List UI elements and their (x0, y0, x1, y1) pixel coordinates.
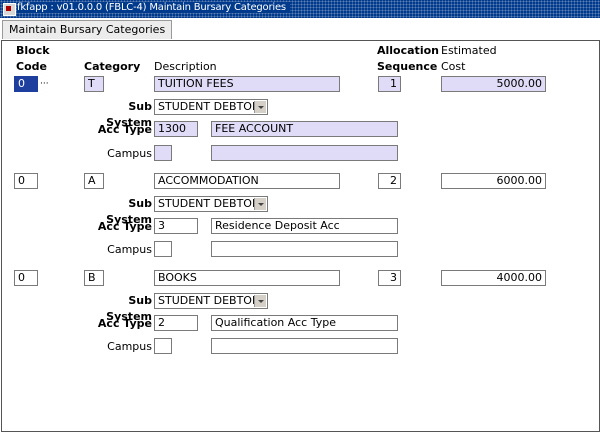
header-category: Category (84, 60, 141, 73)
category-field[interactable]: B (84, 270, 104, 286)
campus-label: Campus (107, 243, 152, 256)
header-description: Description (154, 60, 217, 73)
list-of-values-icon[interactable]: ··· (40, 80, 49, 89)
sub-system-value: STUDENT DEBTORS (158, 100, 267, 113)
sub-system-value: STUDENT DEBTORS (158, 197, 267, 210)
sub-system-select[interactable]: STUDENT DEBTORS (154, 196, 268, 212)
acc-type-label: Acc Type (97, 123, 152, 136)
header-cost: Cost (441, 60, 466, 73)
sub-system-select[interactable]: STUDENT DEBTORS (154, 99, 268, 115)
allocation-sequence-field[interactable]: 1 (378, 76, 401, 92)
header-block: Block (16, 44, 50, 57)
header-estimated: Estimated (441, 44, 497, 57)
allocation-sequence-field[interactable]: 2 (378, 173, 401, 189)
tab-maintain-bursary-categories[interactable]: Maintain Bursary Categories (2, 20, 173, 39)
dropdown-arrow-icon[interactable] (254, 295, 266, 307)
header-allocation: Allocation (377, 44, 439, 57)
app-icon (3, 3, 16, 16)
block-code-field[interactable]: 0 (14, 76, 38, 92)
block-code-field[interactable]: 0 (14, 173, 38, 189)
sub-system-select[interactable]: STUDENT DEBTORS (154, 293, 268, 309)
estimated-cost-field[interactable]: 6000.00 (441, 173, 546, 189)
estimated-cost-field[interactable]: 5000.00 (441, 76, 546, 92)
acc-type-code-field[interactable]: 1300 (154, 121, 198, 137)
campus-description-field[interactable] (211, 241, 398, 257)
header-sequence: Sequence (377, 60, 438, 73)
acc-type-label: Acc Type (97, 220, 152, 233)
block-code-field[interactable]: 0 (14, 270, 38, 286)
campus-description-field[interactable] (211, 145, 398, 161)
tab-strip: Maintain Bursary Categories (0, 18, 600, 40)
campus-label: Campus (107, 147, 152, 160)
acc-type-code-field[interactable]: 3 (154, 218, 198, 234)
window-title-bar: fkfapp : v01.0.0.0 (FBLC-4) Maintain Bur… (0, 0, 600, 18)
header-code: Code (16, 60, 47, 73)
description-field[interactable]: ACCOMMODATION (154, 173, 340, 189)
estimated-cost-field[interactable]: 4000.00 (441, 270, 546, 286)
description-field[interactable]: BOOKS (154, 270, 340, 286)
acc-type-label: Acc Type (97, 317, 152, 330)
category-field[interactable]: A (84, 173, 104, 189)
form-panel: Block Code Category Description Allocati… (1, 40, 600, 432)
campus-code-field[interactable] (154, 241, 172, 257)
campus-code-field[interactable] (154, 338, 172, 354)
campus-label: Campus (107, 340, 152, 353)
dropdown-arrow-icon[interactable] (254, 101, 266, 113)
acc-type-description-field[interactable]: Qualification Acc Type (211, 315, 398, 331)
acc-type-code-field[interactable]: 2 (154, 315, 198, 331)
campus-code-field[interactable] (154, 145, 172, 161)
description-field[interactable]: TUITION FEES (154, 76, 340, 92)
allocation-sequence-field[interactable]: 3 (378, 270, 401, 286)
acc-type-description-field[interactable]: FEE ACCOUNT (211, 121, 398, 137)
dropdown-arrow-icon[interactable] (254, 198, 266, 210)
campus-description-field[interactable] (211, 338, 398, 354)
category-field[interactable]: T (84, 76, 104, 92)
window-title: fkfapp : v01.0.0.0 (FBLC-4) Maintain Bur… (17, 2, 290, 13)
sub-system-value: STUDENT DEBTORS (158, 294, 267, 307)
acc-type-description-field[interactable]: Residence Deposit Acc (211, 218, 398, 234)
